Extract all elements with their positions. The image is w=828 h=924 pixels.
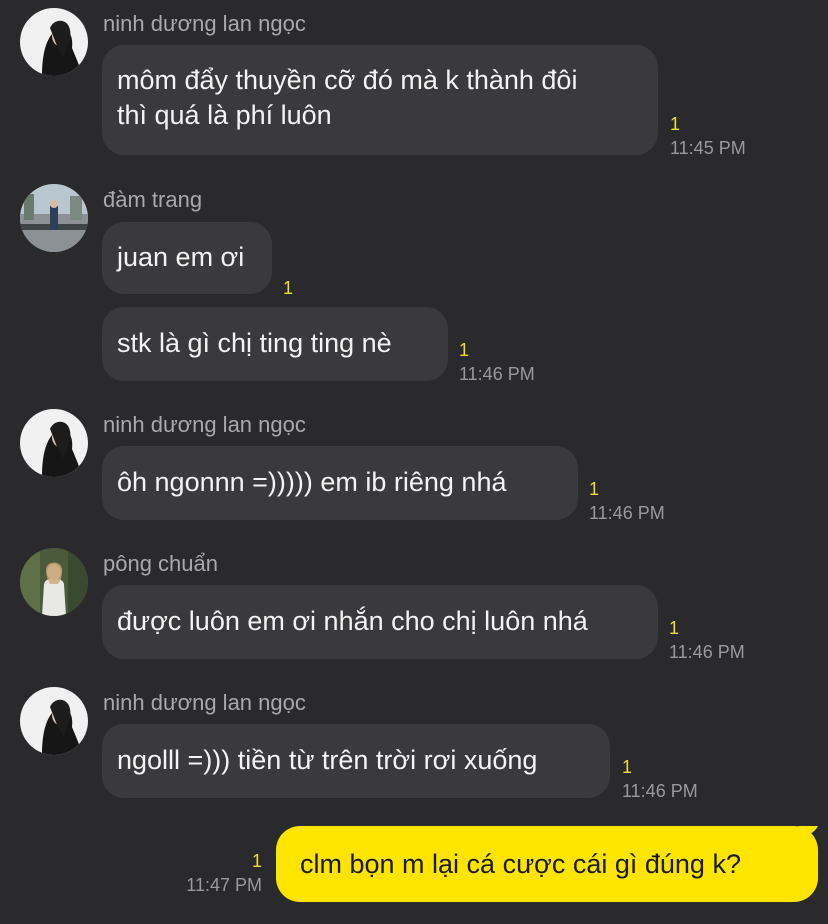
timestamp: 11:46 PM (459, 364, 535, 384)
unread-count: 1 (459, 340, 470, 360)
unread-count: 1 (670, 114, 681, 134)
message-meta: 1 11:46 PM (459, 340, 535, 385)
message-line: thì quá là phí luôn (117, 100, 332, 130)
unread-count: 1 (622, 757, 633, 777)
avatar[interactable] (20, 548, 88, 616)
message-meta: 1 (283, 278, 293, 298)
sender-name: pông chuẩn (103, 551, 218, 576)
timestamp: 11:47 PM (186, 875, 262, 895)
sender-name: ninh dương lan ngọc (103, 412, 306, 437)
my-message-bubble[interactable]: clm bọn m lại cá cược cái gì đúng k? (276, 826, 818, 902)
unread-count: 1 (669, 618, 680, 638)
message-line: juan em ơi (117, 242, 245, 272)
avatar-photo-icon (20, 184, 88, 252)
message-meta: 1 11:46 PM (589, 479, 665, 524)
timestamp: 11:46 PM (622, 781, 698, 801)
avatar[interactable] (20, 687, 88, 755)
bubble-tail-icon (798, 826, 818, 838)
unread-count: 1 (251, 851, 262, 871)
message-line: ôh ngonnn =))))) em ib riêng nhá (117, 467, 507, 497)
message-meta: 1 11:46 PM (669, 618, 745, 663)
sender-name: đàm trang (103, 187, 203, 212)
message-bubble[interactable]: ôh ngonnn =))))) em ib riêng nhá (102, 446, 578, 520)
message-line: môm đẩy thuyền cỡ đó mà k thành đôi (117, 65, 578, 95)
avatar[interactable] (20, 409, 88, 477)
message-line: ngolll =))) tiền từ trên trời rơi xuống (117, 745, 538, 775)
unread-count: 1 (283, 278, 294, 298)
unread-count: 1 (589, 479, 600, 499)
timestamp: 11:46 PM (589, 503, 665, 523)
timestamp: 11:46 PM (669, 642, 745, 662)
message-meta: 1 11:45 PM (670, 114, 746, 159)
avatar-photo-icon (20, 409, 88, 477)
message-line: stk là gì chị ting ting nè (117, 328, 392, 358)
avatar-photo-icon (20, 548, 88, 616)
my-message-meta: 1 11:47 PM (186, 851, 262, 896)
sender-name: ninh dương lan ngọc (103, 11, 306, 36)
message-line: clm bọn m lại cá cược cái gì đúng k? (300, 849, 741, 879)
timestamp: 11:45 PM (670, 138, 746, 158)
message-line: được luôn em ơi nhắn cho chị luôn nhá (117, 606, 588, 636)
avatar-photo-icon (20, 687, 88, 755)
avatar[interactable] (20, 184, 88, 252)
message-meta: 1 11:46 PM (622, 757, 698, 802)
avatar-photo-icon (20, 8, 88, 76)
message-bubble[interactable]: juan em ơi (102, 222, 272, 294)
message-bubble[interactable]: môm đẩy thuyền cỡ đó mà k thành đôi thì … (102, 45, 658, 155)
message-bubble[interactable]: ngolll =))) tiền từ trên trời rơi xuống (102, 724, 610, 798)
message-bubble[interactable]: được luôn em ơi nhắn cho chị luôn nhá (102, 585, 658, 659)
avatar[interactable] (20, 8, 88, 76)
sender-name: ninh dương lan ngọc (103, 690, 306, 715)
message-bubble[interactable]: stk là gì chị ting ting nè (102, 307, 448, 381)
